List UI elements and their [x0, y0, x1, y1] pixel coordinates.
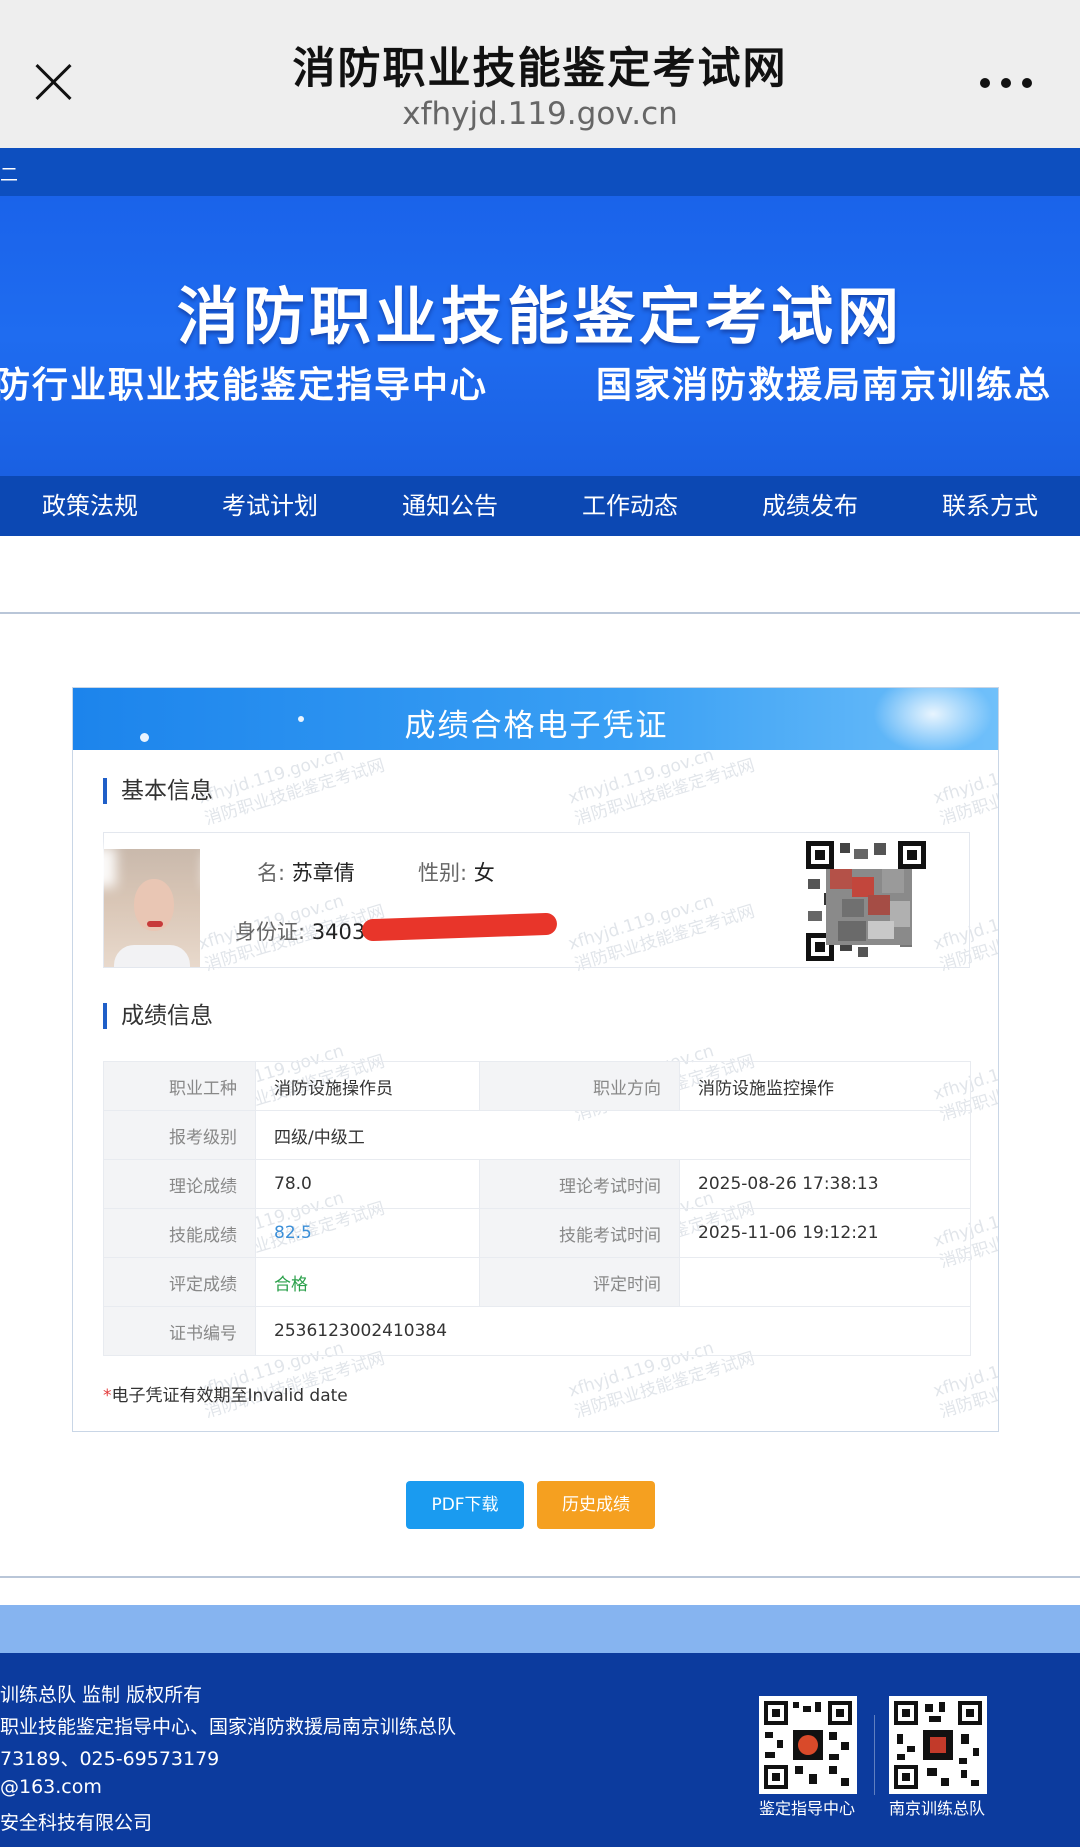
skill-score-value: 82.5 — [255, 1208, 480, 1258]
nav-item-work-news[interactable]: 工作动态 — [540, 476, 720, 536]
banner-subtitle-left: 防行业职业技能鉴定指导中心 — [0, 365, 489, 406]
direction-label: 职业方向 — [479, 1061, 680, 1111]
footer-qr-label-center: 鉴定指导中心 — [759, 1799, 856, 1818]
table-row: 证书编号 2536123002410384 — [103, 1306, 971, 1356]
browser-page-title: 消防职业技能鉴定考试网 — [292, 44, 788, 94]
id-field: 身份证: 3403 — [235, 916, 365, 946]
footer-email: @163.com — [0, 1776, 102, 1798]
divider-line — [0, 1576, 1080, 1578]
certificate-qr-code — [804, 839, 928, 963]
evaluation-label: 评定成绩 — [103, 1257, 256, 1307]
nav-item-policy[interactable]: 政策法规 — [0, 476, 180, 536]
footer-band — [0, 1605, 1080, 1653]
basic-info-heading: 基本信息 — [103, 778, 213, 804]
footer-divider — [874, 1715, 875, 1795]
theory-time-value: 2025-08-26 17:38:13 — [679, 1159, 971, 1209]
certificate-number-label: 证书编号 — [103, 1306, 256, 1356]
theory-score-value: 78.0 — [255, 1159, 480, 1209]
footer-copyright: 训练总队 监制 版权所有 — [0, 1684, 203, 1706]
footer-qr-label-training: 南京训练总队 — [889, 1799, 986, 1818]
redaction-mark — [361, 912, 558, 942]
certificate-title: 成绩合格电子凭证 — [404, 708, 669, 744]
footer-phone: 73189、025-69573179 — [0, 1748, 220, 1770]
required-star: * — [103, 1386, 112, 1406]
level-value: 四级/中级工 — [255, 1110, 971, 1160]
nav-item-results[interactable]: 成绩发布 — [720, 476, 900, 536]
table-row: 评定成绩 合格 评定时间 — [103, 1257, 971, 1307]
level-label: 报考级别 — [103, 1110, 256, 1160]
gender-value: 女 — [473, 861, 495, 885]
strip-mark: 二 — [0, 165, 18, 186]
evaluation-value: 合格 — [255, 1257, 480, 1307]
nav-item-exam-plan[interactable]: 考试计划 — [180, 476, 360, 536]
occupation-label: 职业工种 — [103, 1061, 256, 1111]
evaluation-time-label: 评定时间 — [479, 1257, 680, 1307]
grade-info-heading: 成绩信息 — [103, 1003, 213, 1029]
certificate-header: 成绩合格电子凭证 — [73, 688, 998, 754]
pdf-download-button[interactable]: PDF下载 — [406, 1481, 524, 1529]
table-row: 技能成绩 82.5 技能考试时间 2025-11-06 19:12:21 — [103, 1208, 971, 1258]
name-label: 名: — [257, 861, 286, 885]
certificate-card: 成绩合格电子凭证 xfhyjd.119.gov.cn 消防职业技能鉴定考试网 xf… — [72, 687, 999, 1432]
skill-time-label: 技能考试时间 — [479, 1208, 680, 1258]
footer-qr-code-center — [759, 1696, 857, 1794]
banner-title: 消防职业技能鉴定考试网 — [176, 280, 903, 353]
theory-time-label: 理论考试时间 — [479, 1159, 680, 1209]
grade-table: 职业工种 消防设施操作员 职业方向 消防设施监控操作 报考级别 四级/中级工 理… — [103, 1061, 971, 1356]
header-strip: 二 — [0, 148, 1080, 196]
avatar — [104, 849, 200, 967]
id-value: 3403 — [311, 920, 366, 944]
validity-note: *电子凭证有效期至Invalid date — [103, 1381, 348, 1406]
banner-subtitle-right: 国家消防救援局南京训练总 — [596, 365, 1053, 406]
occupation-value: 消防设施操作员 — [255, 1061, 480, 1111]
skill-score-label: 技能成绩 — [103, 1208, 256, 1258]
footer-qr-code-training — [889, 1696, 987, 1794]
table-row: 理论成绩 78.0 理论考试时间 2025-08-26 17:38:13 — [103, 1159, 971, 1209]
divider-line — [0, 612, 1080, 614]
validity-text: 电子凭证有效期至Invalid date — [111, 1386, 348, 1406]
skill-time-value: 2025-11-06 19:12:21 — [679, 1208, 971, 1258]
gender-label: 性别: — [418, 861, 468, 885]
main-nav: 政策法规 考试计划 通知公告 工作动态 成绩发布 联系方式 — [0, 476, 1080, 536]
history-scores-button[interactable]: 历史成绩 — [537, 1481, 655, 1529]
certificate-number-value: 2536123002410384 — [255, 1306, 971, 1356]
more-options-icon[interactable] — [978, 76, 1034, 90]
site-banner: 消防职业技能鉴定考试网 防行业职业技能鉴定指导中心 国家消防救援局南京训练总 — [0, 196, 1080, 476]
name-value: 苏章倩 — [291, 861, 355, 885]
basic-info-box: 名: 苏章倩 性别: 女 身份证: 3403 — [84, 832, 970, 968]
id-label: 身份证: — [235, 920, 306, 944]
nav-item-contact[interactable]: 联系方式 — [900, 476, 1080, 536]
footer-organizer: 职业技能鉴定指导中心、国家消防救援局南京训练总队 — [0, 1716, 457, 1738]
gender-field: 性别: 女 — [418, 857, 495, 887]
browser-top-bar: 消防职业技能鉴定考试网 xfhyjd.119.gov.cn — [0, 0, 1080, 148]
theory-score-label: 理论成绩 — [103, 1159, 256, 1209]
table-row: 报考级别 四级/中级工 — [103, 1110, 971, 1160]
direction-value: 消防设施监控操作 — [679, 1061, 971, 1111]
evaluation-time-value — [679, 1257, 971, 1307]
name-field: 名: 苏章倩 — [257, 857, 355, 887]
site-footer: 训练总队 监制 版权所有 职业技能鉴定指导中心、国家消防救援局南京训练总队 73… — [0, 1653, 1080, 1847]
table-row: 职业工种 消防设施操作员 职业方向 消防设施监控操作 — [103, 1061, 971, 1111]
nav-item-notices[interactable]: 通知公告 — [360, 476, 540, 536]
footer-tech-support: 安全科技有限公司 — [0, 1812, 153, 1834]
browser-url: xfhyjd.119.gov.cn — [402, 96, 678, 132]
